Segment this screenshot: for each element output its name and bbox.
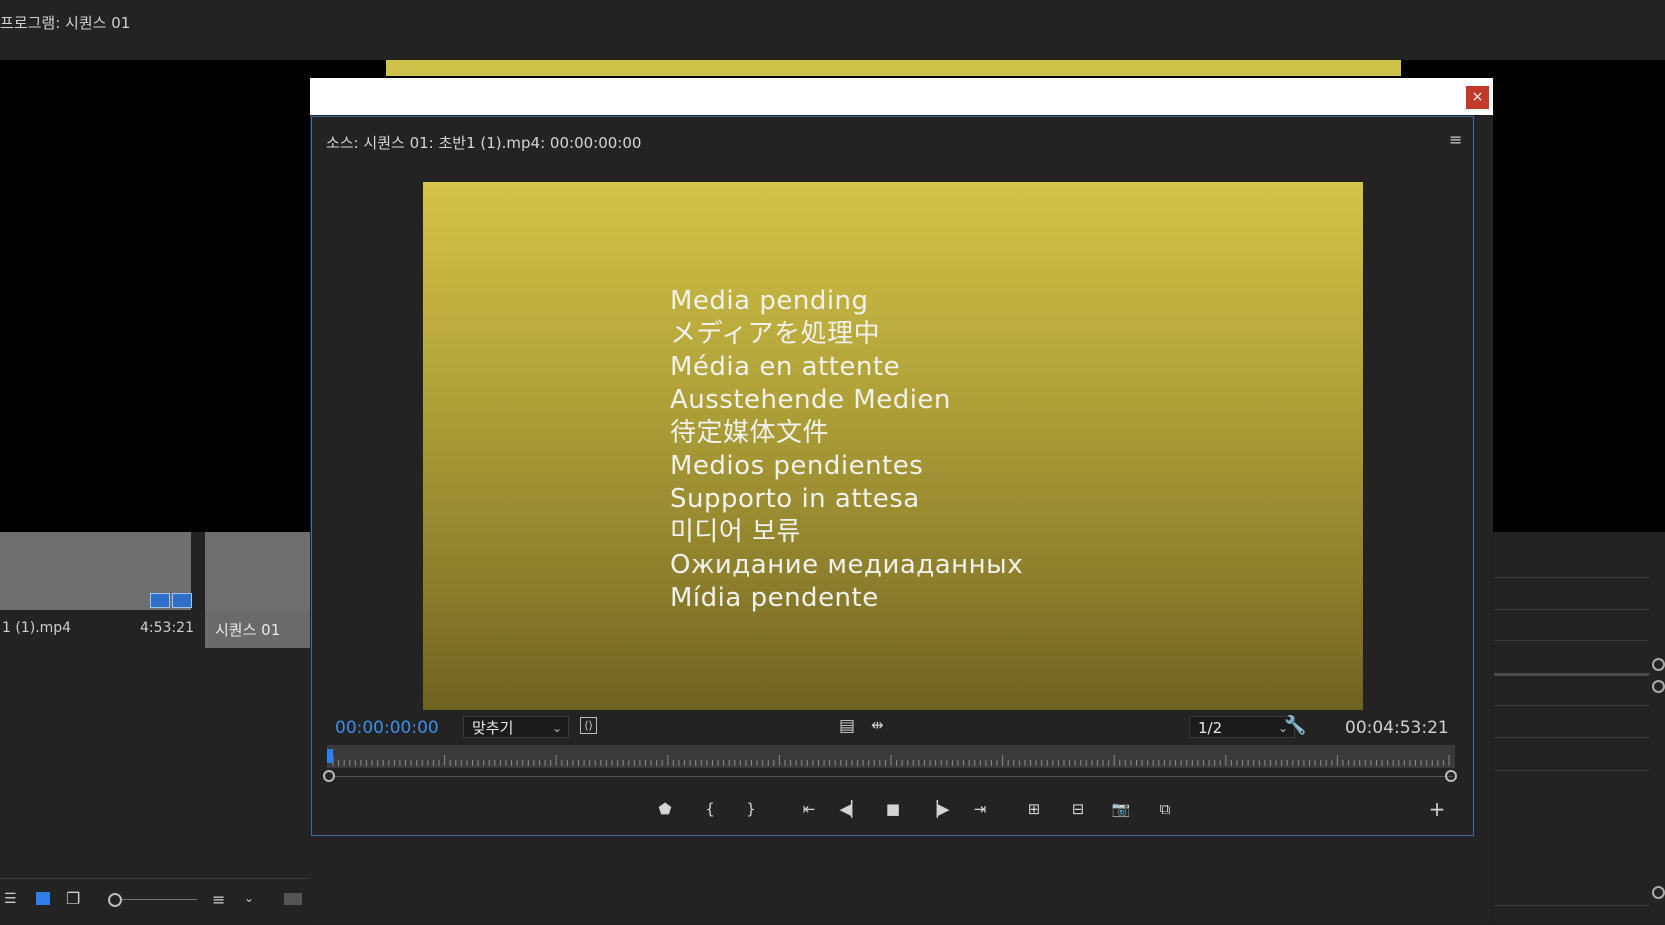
clip-duration: 4:53:21: [140, 620, 194, 636]
add-marker-icon[interactable]: ⬟: [652, 798, 678, 820]
pending-line: 미디어 보류: [670, 517, 801, 547]
sequence-thumbnail[interactable]: [205, 532, 310, 610]
chevron-down-icon: ⌄: [551, 721, 562, 735]
clip-name[interactable]: 1 (1).mp4: [2, 620, 71, 636]
right-scroll-knob[interactable]: [1652, 886, 1665, 899]
media-pending-text: Media pending メディアを処理中 Média en attente …: [670, 285, 1023, 615]
resolution-value: 1/2: [1198, 719, 1223, 737]
go-to-out-icon[interactable]: ⇥: [967, 798, 993, 820]
right-panel-divider: [1494, 770, 1649, 771]
list-view-icon[interactable]: ☰: [4, 891, 17, 907]
dialog-header[interactable]: [310, 78, 1493, 115]
sequence-name[interactable]: 시퀀스 01: [215, 619, 280, 640]
ruler-ticks: [332, 755, 1450, 766]
zoom-scroll-right-handle[interactable]: [1445, 770, 1457, 782]
timeline-ruler[interactable]: [327, 745, 1455, 768]
playhead[interactable]: [327, 749, 333, 763]
clip-duration-timecode: 00:04:53:21: [1345, 718, 1449, 738]
chevron-down-icon[interactable]: ⌄: [244, 891, 254, 905]
right-panel-divider: [1494, 673, 1649, 676]
go-to-in-icon[interactable]: ⇤: [796, 798, 822, 820]
source-monitor-title[interactable]: 소스: 시퀀스 01: 초반1 (1).mp4: 00:00:00:00: [326, 132, 641, 153]
drag-audio-icon[interactable]: ⇹: [871, 716, 884, 734]
toggle-multicam-icon[interactable]: ⧉: [1152, 798, 1178, 820]
wrench-settings-icon[interactable]: 🔧: [1284, 715, 1306, 736]
drag-video-icon[interactable]: ▤: [839, 716, 855, 736]
pending-line: Media pending: [670, 286, 869, 316]
zoom-scroll-left-handle[interactable]: [323, 770, 335, 782]
right-scroll-knob[interactable]: [1652, 680, 1665, 693]
step-back-icon[interactable]: ◀▏: [838, 798, 864, 820]
right-panel-divider: [1494, 737, 1649, 738]
program-monitor-header: [0, 0, 1665, 60]
pending-line: Medios pendientes: [670, 451, 924, 481]
audio-badge-icon: [172, 593, 192, 608]
program-video-strip: [386, 60, 1401, 76]
right-panel-divider: [1494, 577, 1649, 578]
mark-out-icon[interactable]: }: [738, 798, 764, 820]
pending-line: Mídia pendente: [670, 583, 879, 613]
zoom-slider-knob[interactable]: [108, 893, 122, 907]
pending-line: Ожидание медиаданных: [670, 550, 1024, 580]
sort-icon[interactable]: ≡: [212, 890, 225, 909]
hamburger-menu-icon[interactable]: ≡: [1449, 130, 1462, 149]
pending-line: Supporto in attesa: [670, 484, 920, 514]
right-scroll-knob[interactable]: [1652, 658, 1665, 671]
stop-icon[interactable]: ■: [880, 798, 906, 820]
zoom-fit-dropdown[interactable]: 맞추기 ⌄: [463, 716, 569, 738]
safe-margins-icon[interactable]: ⟨⟩: [580, 717, 597, 734]
current-timecode[interactable]: 00:00:00:00: [335, 718, 439, 738]
zoom-slider-track[interactable]: [122, 899, 197, 900]
automate-icon[interactable]: [284, 893, 302, 905]
right-panel: [1494, 532, 1665, 924]
pending-line: Média en attente: [670, 352, 901, 382]
export-frame-camera-icon[interactable]: 📷: [1108, 798, 1134, 820]
pending-line: メディアを処理中: [670, 319, 881, 349]
pending-line: Ausstehende Medien: [670, 385, 951, 415]
right-panel-divider: [1494, 905, 1649, 906]
insert-icon[interactable]: ⊞: [1021, 798, 1047, 820]
right-panel-divider: [1494, 609, 1649, 610]
mark-in-icon[interactable]: {: [697, 798, 723, 820]
close-button[interactable]: ×: [1466, 86, 1489, 109]
video-badge-icon: [150, 593, 170, 608]
icon-view-icon[interactable]: [36, 892, 50, 905]
button-editor-plus-icon[interactable]: +: [1424, 798, 1450, 820]
project-panel-toolbar: ☰ ❐ ≡ ⌄: [0, 878, 310, 925]
step-forward-icon[interactable]: ▕▶: [925, 798, 951, 820]
overwrite-icon[interactable]: ⊟: [1065, 798, 1091, 820]
program-monitor-title[interactable]: 프로그램: 시퀀스 01: [0, 12, 130, 33]
right-panel-divider: [1494, 640, 1649, 641]
zoom-scroll-bar[interactable]: [335, 776, 1453, 777]
freeform-view-icon[interactable]: ❐: [66, 889, 80, 908]
zoom-fit-value: 맞추기: [472, 719, 514, 737]
pending-line: 待定媒体文件: [670, 418, 830, 448]
playback-resolution-dropdown[interactable]: 1/2 ⌄: [1189, 716, 1295, 738]
right-panel-divider: [1494, 705, 1649, 706]
